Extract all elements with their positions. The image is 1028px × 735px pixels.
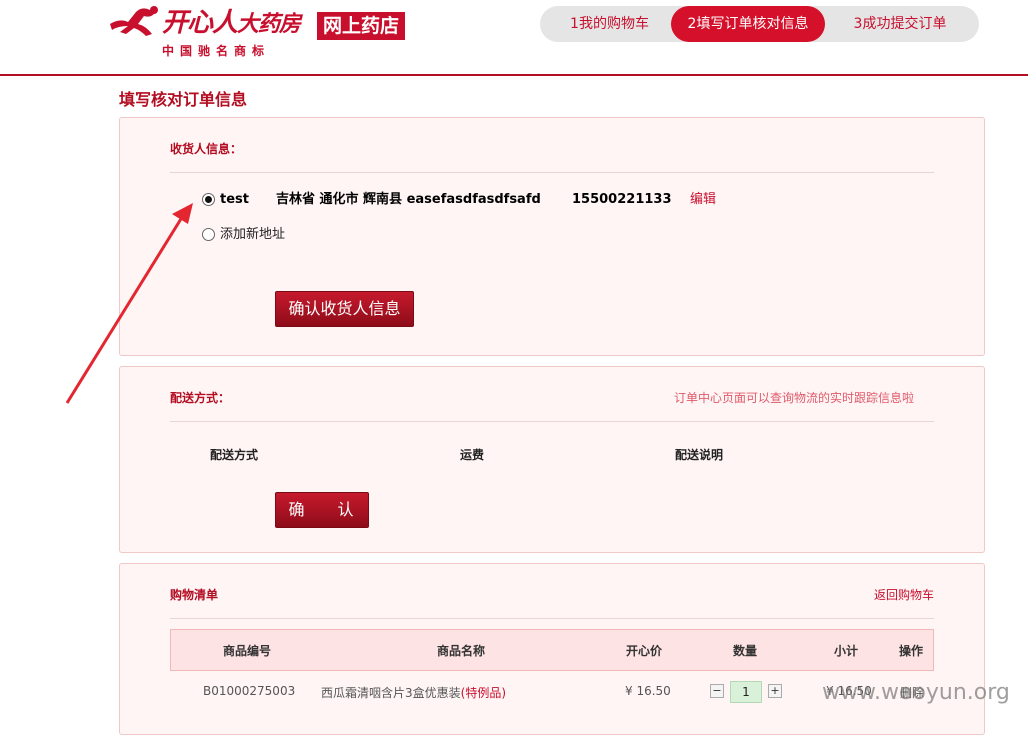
step-submit: 3成功提交订单 <box>853 16 947 32</box>
cart-panel: 购物清单 返回购物车 商品编号 商品名称 开心价 数量 小计 操作 B01000… <box>119 563 985 735</box>
col-shipping-fee: 运费 <box>460 448 485 462</box>
step-fill-order: 2填写订单核对信息 <box>671 6 825 42</box>
delivery-title: 配送方式： <box>170 391 231 405</box>
logo-name-main: 开心人 <box>162 8 238 38</box>
item-code: B01000275003 <box>203 684 296 698</box>
th-action: 操作 <box>899 644 924 658</box>
divider <box>170 618 934 619</box>
consignee-title: 收货人信息： <box>170 142 243 156</box>
col-delivery-note: 配送说明 <box>675 448 724 462</box>
confirm-delivery-button[interactable]: 确 认 <box>275 492 369 528</box>
logo-tagline: 中国驰名商标 <box>162 44 271 58</box>
item-price: ¥ 16.50 <box>625 684 671 698</box>
divider <box>170 172 934 173</box>
add-address-option[interactable]: 添加新地址 <box>202 225 402 245</box>
address-detail: 吉林省 通化市 辉南县 easefasdfasdfsafd <box>276 192 541 207</box>
logo-badge: 网上药店 <box>317 12 406 40</box>
item-name-cell[interactable]: 西瓜霜清咽含片3盒优惠装(特例品) <box>321 684 506 701</box>
step-cart[interactable]: 1我的购物车 <box>552 6 667 42</box>
site-logo[interactable]: 开心人大药房 网上药店 中国驰名商标 <box>106 4 406 60</box>
cart-title: 购物清单 <box>170 588 219 602</box>
increase-qty-button[interactable]: + <box>768 684 782 698</box>
site-header: 开心人大药房 网上药店 中国驰名商标 1我的购物车 2填写订单核对信息 3成功提… <box>0 0 1028 76</box>
th-name: 商品名称 <box>437 644 486 658</box>
th-code: 商品编号 <box>223 644 272 658</box>
runner-logo-icon <box>110 6 158 36</box>
address-radio[interactable] <box>202 193 215 206</box>
logo-name: 开心人大药房 <box>162 8 301 40</box>
consignee-panel: 收货人信息： test 吉林省 通化市 辉南县 easefasdfasdfsaf… <box>119 117 985 356</box>
add-address-label: 添加新地址 <box>220 227 286 242</box>
edit-address-link[interactable]: 编辑 <box>690 190 716 210</box>
decrease-qty-button[interactable]: − <box>710 684 724 698</box>
th-subtotal: 小计 <box>834 644 859 658</box>
confirm-consignee-button[interactable]: 确认收货人信息 <box>275 291 414 327</box>
page-title: 填写核对订单信息 <box>119 90 248 109</box>
divider <box>170 421 934 422</box>
delivery-panel: 配送方式： 订单中心页面可以查询物流的实时跟踪信息啦 配送方式 运费 配送说明 … <box>119 366 985 553</box>
cart-table-header: 商品编号 商品名称 开心价 数量 小计 操作 <box>170 629 934 671</box>
item-name: 西瓜霜清咽含片3盒优惠装 <box>321 686 461 700</box>
checkout-steps: 1我的购物车 2填写订单核对信息 3成功提交订单 <box>540 6 979 42</box>
address-phone: 15500221133 <box>572 192 672 207</box>
item-special-tag: (特例品) <box>460 686 507 700</box>
address-name: test <box>220 192 249 207</box>
watermark: www.wooyun.org <box>822 680 1010 705</box>
col-delivery-method: 配送方式 <box>210 448 259 462</box>
delivery-tip: 订单中心页面可以查询物流的实时跟踪信息啦 <box>673 391 914 405</box>
th-qty: 数量 <box>733 644 758 658</box>
back-to-cart-link[interactable]: 返回购物车 <box>874 586 934 603</box>
logo-name-suffix: 大药房 <box>237 12 301 37</box>
quantity-input[interactable]: 1 <box>730 681 762 703</box>
th-price: 开心价 <box>626 644 663 658</box>
address-option[interactable]: test 吉林省 通化市 辉南县 easefasdfasdfsafd 15500… <box>202 190 762 210</box>
add-address-radio[interactable] <box>202 228 215 241</box>
